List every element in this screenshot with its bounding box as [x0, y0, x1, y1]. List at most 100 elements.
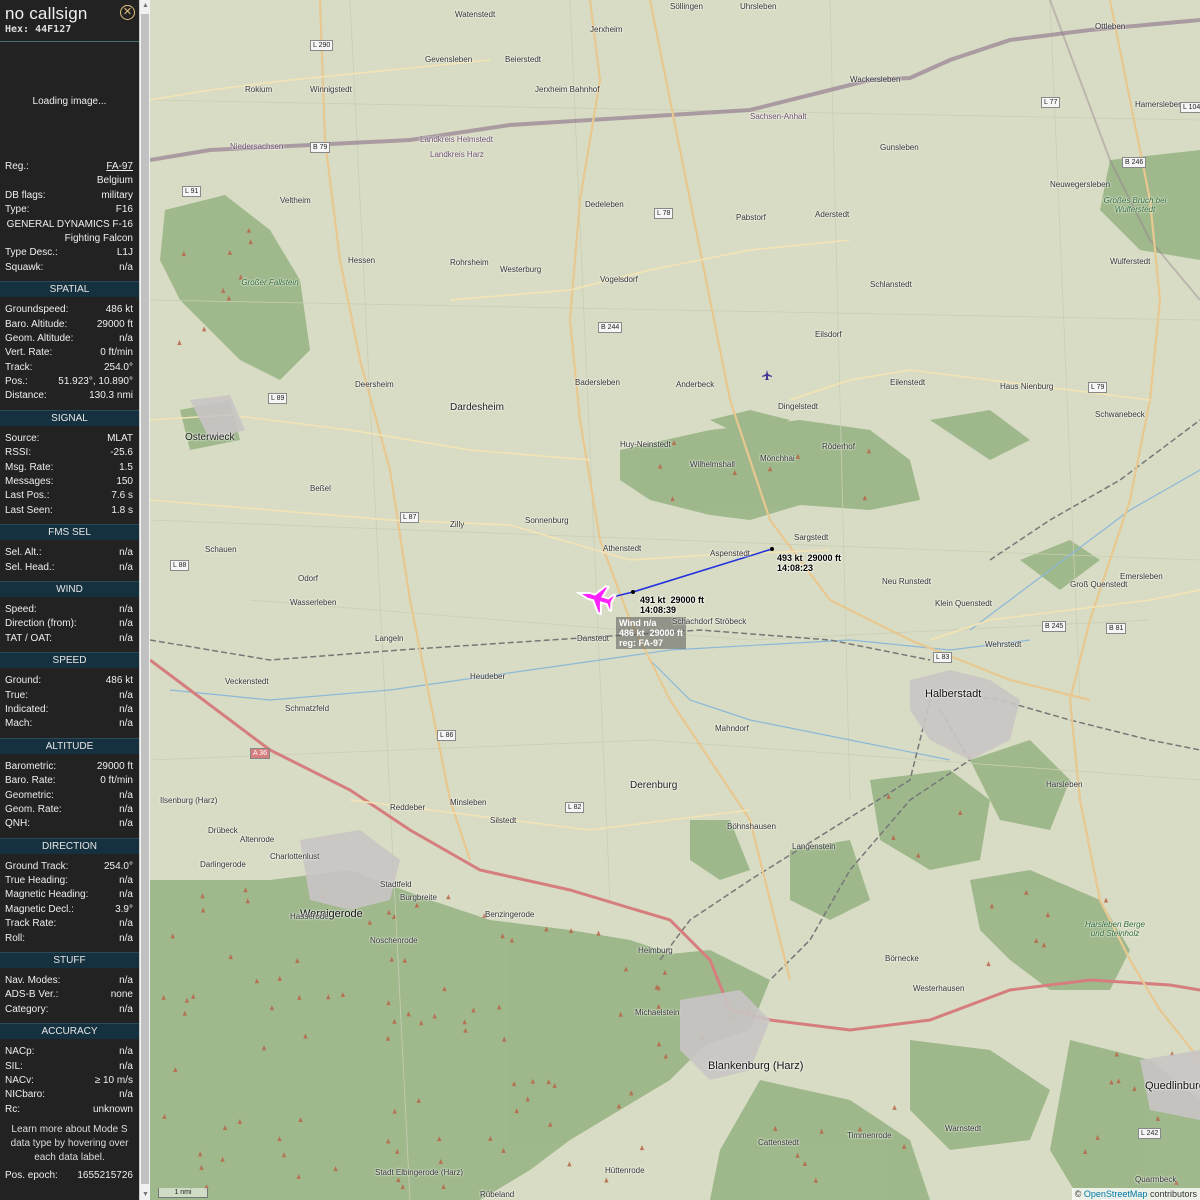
- spatial-label[interactable]: Vert. Rate:: [5, 346, 52, 360]
- accuracy-label[interactable]: NACv:: [5, 1074, 34, 1088]
- fms-label[interactable]: Sel. Alt.:: [5, 546, 42, 560]
- signal-label[interactable]: Msg. Rate:: [5, 461, 53, 475]
- altitude-label[interactable]: Geometric:: [5, 789, 54, 803]
- signal-label[interactable]: Last Seen:: [5, 504, 53, 518]
- typedesc-value: L1J: [116, 247, 133, 259]
- panel-scrollbar[interactable]: ▲ ▼: [139, 0, 150, 1200]
- trail-point-start[interactable]: [770, 547, 774, 551]
- speed-label[interactable]: Ground:: [5, 674, 41, 688]
- place-label: Danstedt: [577, 634, 610, 643]
- direction-value: n/a: [119, 918, 133, 930]
- section-spatial-header: SPATIAL: [0, 281, 139, 298]
- tooltip-speed-alt: 486 kt 29000 ft: [619, 628, 684, 638]
- altitude-label[interactable]: Baro. Rate:: [5, 774, 56, 788]
- accuracy-row: NACp: n/a: [0, 1045, 139, 1059]
- signal-row: Last Seen: 1.8 s: [0, 504, 139, 518]
- place-label: Eilsdorf: [815, 330, 842, 339]
- accuracy-label[interactable]: NACp:: [5, 1045, 34, 1059]
- epoch-row: Pos. epoch: 1655215726: [0, 1169, 139, 1183]
- wind-label[interactable]: Speed:: [5, 603, 37, 617]
- reg-label: Reg.:: [5, 161, 29, 172]
- spatial-label[interactable]: Pos.:: [5, 375, 28, 389]
- speed-label[interactable]: Mach:: [5, 717, 32, 731]
- accuracy-label[interactable]: SIL:: [5, 1060, 23, 1074]
- place-label: Hessen: [348, 256, 376, 265]
- trail-label-mid-line2: 14:08:39: [640, 605, 677, 615]
- accuracy-value: ≥ 10 m/s: [94, 1074, 133, 1086]
- typedesc-label: Type Desc.:: [5, 247, 58, 259]
- signal-label[interactable]: Last Pos.:: [5, 489, 49, 503]
- spatial-label[interactable]: Groundspeed:: [5, 303, 68, 317]
- stuff-label[interactable]: ADS-B Ver.:: [5, 988, 58, 1002]
- wind-row: Direction (from): n/a: [0, 617, 139, 631]
- tree-marker: [596, 930, 601, 936]
- place-label: Heimburg: [638, 946, 673, 955]
- spatial-label[interactable]: Geom. Altitude:: [5, 332, 73, 346]
- tree-marker: [986, 961, 991, 967]
- accuracy-row: SIL: n/a: [0, 1060, 139, 1074]
- fms-label[interactable]: Sel. Head.:: [5, 561, 54, 575]
- place-label: Ilsenburg (Harz): [160, 796, 218, 805]
- spatial-row: Groundspeed: 486 kt: [0, 303, 139, 317]
- speed-label[interactable]: True:: [5, 689, 28, 703]
- place-label: Quarmbeck: [1135, 1175, 1177, 1184]
- stuff-label[interactable]: Category:: [5, 1003, 48, 1017]
- altitude-value: 0 ft/min: [100, 775, 133, 787]
- scrollbar-thumb[interactable]: [141, 14, 149, 1184]
- direction-label[interactable]: True Heading:: [5, 874, 68, 888]
- map-view[interactable]: 493 kt 29000 ft 14:08:23 491 kt 29000 ft…: [150, 0, 1200, 1200]
- place-label: Uhrsleben: [740, 2, 777, 11]
- osm-link[interactable]: OpenStreetMap: [1084, 1189, 1148, 1199]
- accuracy-value: n/a: [119, 1060, 133, 1072]
- direction-label[interactable]: Roll:: [5, 932, 25, 946]
- signal-label[interactable]: Source:: [5, 432, 39, 446]
- close-icon[interactable]: ✕: [120, 5, 135, 20]
- spatial-value: 51.923°, 10.890°: [58, 376, 133, 388]
- place-label: Minsleben: [450, 798, 487, 807]
- direction-label[interactable]: Ground Track:: [5, 860, 68, 874]
- other-aircraft-icon[interactable]: [762, 370, 772, 380]
- stuff-label[interactable]: Nav. Modes:: [5, 974, 60, 988]
- place-label: Röderhof: [822, 442, 855, 451]
- altitude-label[interactable]: Geom. Rate:: [5, 803, 62, 817]
- state-border: [150, 18, 1200, 162]
- wind-label[interactable]: Direction (from):: [5, 617, 77, 631]
- scroll-down-icon[interactable]: ▼: [142, 1191, 149, 1198]
- speed-label[interactable]: Indicated:: [5, 703, 48, 717]
- signal-label[interactable]: Messages:: [5, 475, 53, 489]
- place-label: Winnigstedt: [310, 85, 352, 94]
- signal-label[interactable]: RSSI:: [5, 446, 31, 460]
- place-label: Altenrode: [240, 835, 275, 844]
- spatial-label[interactable]: Distance:: [5, 389, 47, 403]
- direction-row: Ground Track: 254.0°: [0, 860, 139, 874]
- reg-link[interactable]: FA-97: [106, 160, 133, 174]
- spatial-label[interactable]: Track:: [5, 361, 32, 375]
- altitude-label[interactable]: Barometric:: [5, 760, 56, 774]
- type-full-1: GENERAL DYNAMICS F-16: [6, 218, 133, 230]
- fms-value: n/a: [119, 547, 133, 559]
- spatial-label[interactable]: Baro. Altitude:: [5, 318, 67, 332]
- aircraft-photo-placeholder: Loading image...: [32, 95, 107, 107]
- tree-marker: [604, 1177, 609, 1183]
- direction-label[interactable]: Magnetic Heading:: [5, 888, 88, 902]
- tree-marker: [201, 326, 207, 332]
- place-label: Anderbeck: [676, 380, 715, 389]
- tooltip-wind: Wind n/a: [619, 618, 657, 628]
- altitude-label[interactable]: QNH:: [5, 817, 30, 831]
- direction-label[interactable]: Magnetic Decl.:: [5, 903, 74, 917]
- signal-row: Messages: 150: [0, 475, 139, 489]
- direction-label[interactable]: Track Rate:: [5, 917, 56, 931]
- accuracy-label[interactable]: Rc:: [5, 1103, 20, 1117]
- place-label: Derenburg: [630, 780, 678, 791]
- spatial-value: n/a: [119, 332, 133, 344]
- type-full-row-2: Fighting Falcon: [0, 232, 139, 246]
- wind-label[interactable]: TAT / OAT:: [5, 632, 52, 646]
- road-shield: L 78: [654, 208, 674, 219]
- accuracy-row: NACv: ≥ 10 m/s: [0, 1074, 139, 1088]
- scroll-up-icon[interactable]: ▲: [142, 2, 149, 9]
- section-stuff-header: STUFF: [0, 952, 139, 969]
- accuracy-label[interactable]: NICbaro:: [5, 1088, 45, 1102]
- attrib-prefix: ©: [1074, 1189, 1082, 1199]
- trail-point-mid[interactable]: [631, 590, 635, 594]
- hex-label: Hex:: [5, 24, 30, 35]
